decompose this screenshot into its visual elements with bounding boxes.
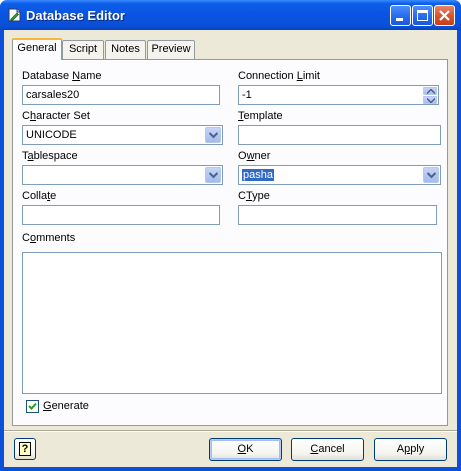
minimize-button[interactable]: [390, 5, 411, 26]
tablespace-label: Tablespace: [22, 150, 78, 162]
database-editor-app-icon: [8, 8, 21, 22]
database-editor-window: Database Editor General Script Notes Pre…: [0, 0, 461, 471]
connection-limit-spinner[interactable]: -1: [238, 85, 439, 105]
tab-script-label: Script: [68, 43, 98, 55]
generate-label[interactable]: Generate: [43, 400, 89, 412]
spin-down-button[interactable]: [423, 96, 437, 104]
chevron-down-icon: [209, 172, 218, 179]
help-icon: ?: [19, 442, 31, 456]
close-button[interactable]: [434, 5, 455, 26]
ctype-label: CType: [238, 190, 270, 202]
tablespace-dropdown[interactable]: [22, 165, 223, 185]
template-label: Template: [238, 110, 283, 122]
dialog-client-area: General Script Notes Preview Database Na…: [4, 30, 457, 467]
spin-up-button[interactable]: [423, 87, 437, 95]
title-bar[interactable]: Database Editor: [0, 0, 461, 30]
arrow-up-icon: [427, 89, 435, 94]
tab-notes-label: Notes: [111, 43, 140, 55]
owner-dropdown-button[interactable]: [423, 167, 439, 183]
cancel-button[interactable]: Cancel: [291, 438, 364, 461]
connection-limit-label: Connection Limit: [238, 70, 320, 82]
general-tab-panel: Database Name carsales20 Connection Limi…: [12, 59, 448, 426]
character-set-value: UNICODE: [26, 129, 77, 141]
tab-notes[interactable]: Notes: [105, 40, 146, 59]
character-set-label: Character Set: [22, 110, 90, 122]
tab-general[interactable]: General: [12, 38, 62, 60]
template-input[interactable]: [238, 125, 441, 145]
minimize-icon: [396, 18, 403, 21]
owner-value: pasha: [242, 169, 274, 181]
comments-label: Comments: [22, 232, 76, 244]
chevron-down-icon: [427, 172, 436, 179]
database-name-input[interactable]: carsales20: [22, 85, 220, 105]
character-set-dropdown-button[interactable]: [205, 127, 221, 143]
checkmark-icon: [28, 402, 37, 410]
help-button[interactable]: ?: [14, 438, 36, 460]
generate-checkbox[interactable]: [26, 400, 39, 413]
arrow-down-icon: [427, 98, 435, 103]
database-name-value: carsales20: [26, 89, 80, 101]
window-title: Database Editor: [26, 8, 125, 23]
tab-preview[interactable]: Preview: [147, 40, 195, 59]
owner-dropdown[interactable]: pasha: [238, 165, 441, 185]
tab-general-label: General: [17, 42, 57, 54]
footer-divider: [4, 430, 457, 432]
maximize-icon: [417, 10, 428, 21]
maximize-button[interactable]: [412, 5, 433, 26]
collate-label: Collate: [22, 190, 57, 202]
apply-button[interactable]: Apply: [374, 438, 447, 461]
tab-preview-label: Preview: [151, 43, 191, 55]
collate-input[interactable]: [22, 205, 220, 225]
ctype-input[interactable]: [238, 205, 437, 225]
chevron-down-icon: [209, 132, 218, 139]
connection-limit-value: -1: [242, 89, 252, 101]
comments-textarea[interactable]: [22, 252, 442, 394]
character-set-dropdown[interactable]: UNICODE: [22, 125, 223, 145]
close-icon: [439, 10, 450, 21]
tab-script[interactable]: Script: [62, 40, 104, 59]
database-name-label: Database Name: [22, 70, 102, 82]
ok-button[interactable]: OK: [209, 438, 282, 461]
owner-label: Owner: [238, 150, 271, 162]
tablespace-dropdown-button[interactable]: [205, 167, 221, 183]
